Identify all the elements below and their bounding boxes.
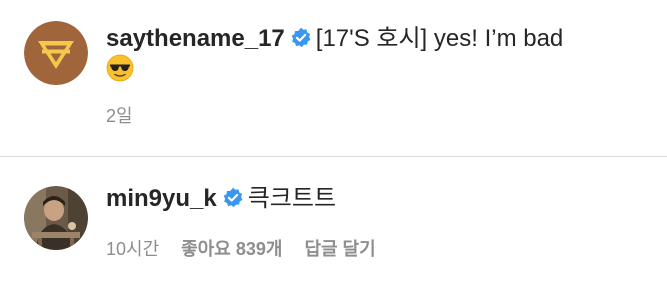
comment-item: saythename_17 [17'S 호시] yes! I’m bad 2일 [0,0,667,150]
username-link[interactable]: saythename_17 [106,25,285,52]
comment-body: min9yu_k 큭크트트 [106,184,643,214]
timestamp: 2일 [106,106,133,126]
comment-meta: 2일 [106,102,133,128]
username-link[interactable]: min9yu_k [106,185,217,212]
verified-badge-icon [291,27,311,48]
timestamp: 10시간 [106,239,160,259]
profile-photo-icon [24,186,88,250]
reply-button[interactable]: 답글 달기 [304,235,375,261]
divider [0,156,667,157]
comment-text: [17'S 호시] yes! I’m bad [315,25,564,52]
avatar[interactable] [24,186,88,250]
sunglasses-emoji-icon [106,54,134,82]
avatar[interactable] [24,21,88,85]
verified-badge-icon [223,187,243,208]
comment-body: saythename_17 [17'S 호시] yes! I’m bad [106,24,643,84]
likes-count[interactable]: 좋아요 839개 [181,235,282,261]
comment-item: min9yu_k 큭크트트 10시간 좋아요 839개 답글 달기 [0,162,667,291]
comment-meta: 10시간 좋아요 839개 답글 달기 [106,235,376,261]
seventeen-logo-icon [24,21,88,85]
comment-text: 큭크트트 [247,185,337,212]
